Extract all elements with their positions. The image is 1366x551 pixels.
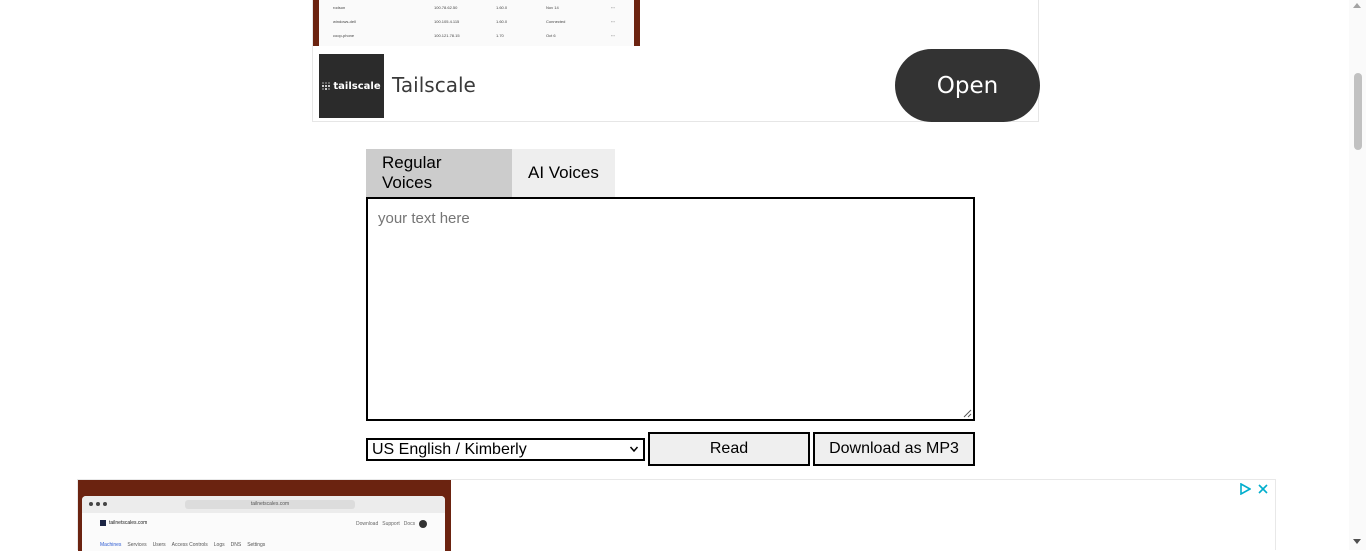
tab-regular-voices[interactable]: Regular Voices xyxy=(366,149,512,197)
logo-text: tailscale xyxy=(333,80,381,92)
address-bar: tailnetscales.com xyxy=(185,500,355,509)
tailscale-logo[interactable]: tailscale xyxy=(319,54,384,118)
chevron-down-icon xyxy=(629,446,639,453)
page-scrollbar[interactable] xyxy=(1349,0,1366,550)
scroll-up-icon[interactable] xyxy=(1353,3,1361,8)
ad-open-button[interactable]: Open xyxy=(895,49,1040,122)
scroll-down-icon[interactable] xyxy=(1353,539,1361,544)
machine-row: coop-phone 100.121.78.15 1.70 Oct 6 ··· xyxy=(333,33,615,38)
site-title: tailnetscales.com xyxy=(100,520,147,526)
window-controls-icon xyxy=(89,502,107,506)
machine-row: rodson 100.78.62.50 1.60.0 Nov 14 ··· xyxy=(333,5,615,10)
voice-select-value: US English / Kimberly xyxy=(372,440,527,458)
voice-select[interactable]: US English / Kimberly xyxy=(366,438,645,461)
machine-row: windows-dell 100.105.4.115 1.60.0 Connec… xyxy=(333,19,615,24)
site-nav: Machines Services Users Access Controls … xyxy=(100,542,266,548)
site-links: Download Support Docs xyxy=(356,520,428,528)
ad-screenshot: rodson 100.78.62.50 1.60.0 Nov 14 ··· wi… xyxy=(313,0,640,46)
avatar xyxy=(419,520,428,528)
ad-brand-name[interactable]: Tailscale xyxy=(392,73,476,97)
adchoices-icon[interactable] xyxy=(1239,483,1251,495)
browser-window-image: tailnetscales.com tailnetscales.com Down… xyxy=(82,496,445,551)
bottom-ad-banner[interactable]: tailnetscales.com tailnetscales.com Down… xyxy=(77,479,1276,551)
top-ad-banner[interactable]: rodson 100.78.62.50 1.60.0 Nov 14 ··· wi… xyxy=(312,0,1040,122)
voice-tabs: Regular Voices AI Voices xyxy=(366,149,615,197)
resize-grip-icon[interactable] xyxy=(963,409,972,418)
tailscale-dots-icon xyxy=(322,82,331,90)
text-input[interactable]: your text here xyxy=(366,197,975,421)
ad-screenshot: tailnetscales.com tailnetscales.com Down… xyxy=(78,480,451,551)
scrollbar-thumb[interactable] xyxy=(1354,73,1362,150)
text-input-placeholder: your text here xyxy=(378,210,470,227)
tab-ai-voices[interactable]: AI Voices xyxy=(512,149,615,197)
close-icon[interactable] xyxy=(1257,483,1269,495)
read-button[interactable]: Read xyxy=(648,432,810,466)
download-mp3-button[interactable]: Download as MP3 xyxy=(813,432,975,466)
